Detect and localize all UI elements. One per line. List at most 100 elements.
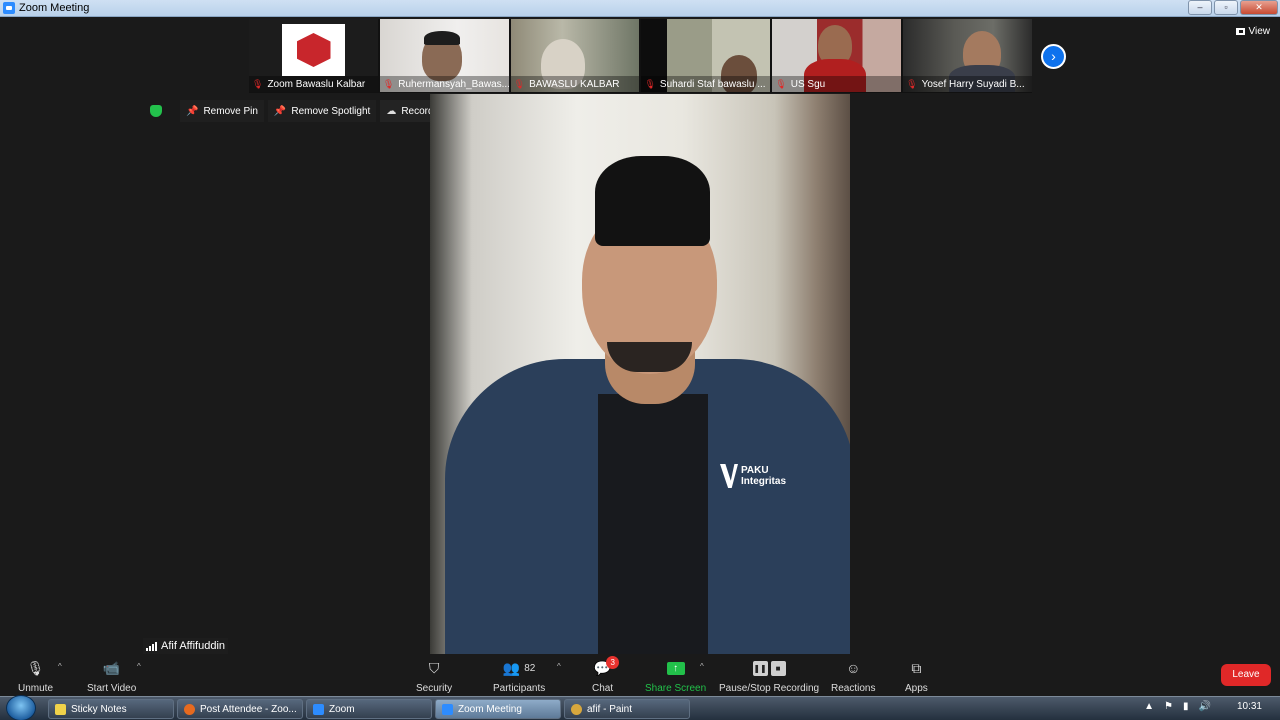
zoom-window: Zoom Meeting – ▫ ✕ View 🎙 Zoom Bawaslu Ka… [0, 0, 1280, 720]
mic-muted-icon: 🎙 [252, 78, 264, 89]
pin-icon: 📌 [186, 105, 199, 117]
remove-spotlight-label: Remove Spotlight [291, 105, 371, 117]
participant-name: US Sgu [790, 78, 826, 90]
brand-line-2: Integritas [741, 476, 787, 487]
chevron-right-icon: › [1051, 48, 1056, 64]
share-options-chevron-icon[interactable]: ^ [700, 662, 704, 671]
mic-muted-icon: 🎙 [906, 78, 918, 89]
mic-muted-icon: 🎙 [775, 78, 787, 89]
chat-label: Chat [592, 683, 614, 694]
apps-button[interactable]: ⧉ Apps [905, 658, 928, 695]
reactions-label: Reactions [831, 683, 876, 694]
remove-pin-button[interactable]: 📌 Remove Pin [180, 100, 264, 122]
audio-options-chevron-icon[interactable]: ^ [58, 662, 62, 671]
participant-thumbnail[interactable]: 🎙 Zoom Bawaslu Kalbar [249, 19, 378, 92]
brand-line-1: PAKU [741, 465, 769, 476]
view-button[interactable]: View [1235, 26, 1271, 37]
zoom-app-icon [3, 2, 15, 14]
taskbar-item-zoom[interactable]: Zoom [306, 699, 432, 719]
participant-thumbnail[interactable]: 🎙 Suhardi Staf bawaslu ... [641, 19, 771, 92]
action-center-flag-icon[interactable]: ⚑ [1164, 701, 1173, 712]
system-tray: ▲ ⚑ ▮ 🔊 10:31 [1144, 701, 1272, 712]
participant-thumbnail[interactable]: 🎙 Ruhermansyah_Bawas... [379, 19, 509, 92]
participants-count: 82 [524, 662, 536, 674]
start-button[interactable] [6, 695, 36, 720]
share-screen-label: Share Screen [645, 683, 707, 694]
participants-chevron-icon[interactable]: ^ [557, 662, 561, 671]
encryption-shield-icon[interactable] [150, 105, 162, 117]
active-speaker-video: PAKU Integritas [430, 94, 850, 654]
window-controls: – ▫ ✕ [1188, 0, 1278, 15]
view-label: View [1248, 26, 1271, 37]
minimize-button[interactable]: – [1188, 0, 1212, 15]
show-hidden-icons-icon[interactable]: ▲ [1144, 701, 1154, 712]
jacket-brand-logo: PAKU Integritas [720, 464, 786, 488]
title-bar: Zoom Meeting – ▫ ✕ [0, 0, 1280, 17]
pause-stop-icon: ❚❚ ■ [752, 658, 786, 678]
participant-name: Ruhermansyah_Bawas... [398, 78, 509, 90]
taskbar-item-label: Sticky Notes [71, 703, 127, 715]
clock[interactable]: 10:31 [1237, 701, 1262, 712]
video-options-chevron-icon[interactable]: ^ [137, 662, 141, 671]
start-video-label: Start Video [87, 683, 137, 694]
pause-stop-recording-button[interactable]: ❚❚ ■ Pause/Stop Recording [719, 658, 819, 694]
maximize-button[interactable]: ▫ [1214, 0, 1238, 15]
speaker-shirt [598, 394, 708, 654]
chat-button[interactable]: 💬 3 Chat [592, 656, 620, 694]
remove-spotlight-button[interactable]: 📌 Remove Spotlight [267, 100, 377, 122]
speaker-name-tag: Afif Affifuddin [143, 638, 229, 654]
volume-icon[interactable]: 🔊 [1199, 701, 1211, 712]
participants-label: Participants [493, 683, 546, 694]
participant-thumbnail[interactable]: 🎙 US Sgu [772, 19, 902, 92]
leave-button[interactable]: Leave [1221, 664, 1271, 686]
bawaslu-logo [282, 24, 345, 76]
unmute-label: Unmute [18, 683, 54, 694]
participants-icon: 👥 82 [502, 659, 536, 676]
chat-badge: 3 [606, 656, 620, 669]
participant-thumbnail[interactable]: 🎙 BAWASLU KALBAR [510, 19, 640, 92]
windows-taskbar: Sticky Notes Post Attendee - Zoo... Zoom… [0, 695, 1280, 720]
taskbar-item-paint[interactable]: afif - Paint [564, 699, 690, 719]
participants-button[interactable]: 👥 82 Participants [493, 658, 546, 695]
speaker-cap [595, 156, 710, 246]
cloud-recording-icon: ☁ [386, 105, 397, 117]
remove-pin-label: Remove Pin [203, 105, 258, 117]
participant-name: Suhardi Staf bawaslu ... [659, 78, 766, 90]
participant-name: BAWASLU KALBAR [529, 78, 620, 90]
taskbar-item-label: Post Attendee - Zoo... [200, 703, 297, 715]
taskbar-item-label: Zoom [329, 703, 355, 715]
reactions-icon: ☺ [846, 660, 861, 676]
chat-icon: 💬 3 [594, 656, 620, 678]
participant-thumbnail[interactable]: 🎙 Yosef Harry Suyadi B... [903, 19, 1032, 92]
mic-muted-icon: 🎙 [382, 78, 395, 89]
network-icon[interactable]: ▮ [1183, 701, 1189, 712]
participant-name: Zoom Bawaslu Kalbar [267, 78, 366, 90]
apps-label: Apps [905, 683, 928, 694]
next-page-button[interactable]: › [1041, 44, 1066, 69]
reactions-button[interactable]: ☺ Reactions [831, 658, 875, 694]
zoom-icon [313, 703, 324, 715]
taskbar-item-sticky-notes[interactable]: Sticky Notes [48, 699, 174, 719]
spotlight-icon: 📌 [273, 105, 287, 117]
window-title: Zoom Meeting [19, 2, 90, 14]
unmute-button[interactable]: 🎙 Unmute [18, 658, 54, 695]
mic-muted-icon: 🎙 [513, 78, 526, 89]
share-screen-icon: ↑ [666, 661, 685, 675]
grid-view-icon [1235, 28, 1245, 35]
participant-strip: 🎙 Zoom Bawaslu Kalbar 🎙 Ruhermansyah_Bawas… [249, 19, 1032, 93]
meeting-toolbar: 🎙 Unmute ^ 📹 Start Video ^ ⛉ Security 👥 … [0, 654, 1280, 696]
video-off-icon: 📹 [102, 659, 121, 676]
share-screen-button[interactable]: ↑ Share Screen [645, 658, 706, 694]
close-button[interactable]: ✕ [1240, 0, 1278, 15]
taskbar-item-post-attendee[interactable]: Post Attendee - Zoo... [177, 699, 303, 719]
paku-logo-icon [720, 464, 738, 488]
start-video-button[interactable]: 📹 Start Video [87, 658, 137, 695]
taskbar-item-label: afif - Paint [587, 703, 633, 715]
apps-icon: ⧉ [911, 659, 922, 676]
participant-name: Yosef Harry Suyadi B... [921, 78, 1025, 90]
firefox-icon [184, 703, 195, 715]
paint-icon [571, 703, 582, 715]
signal-strength-icon [146, 641, 157, 651]
security-button[interactable]: ⛉ Security [416, 658, 452, 695]
taskbar-item-zoom-meeting[interactable]: Zoom Meeting [435, 699, 561, 719]
